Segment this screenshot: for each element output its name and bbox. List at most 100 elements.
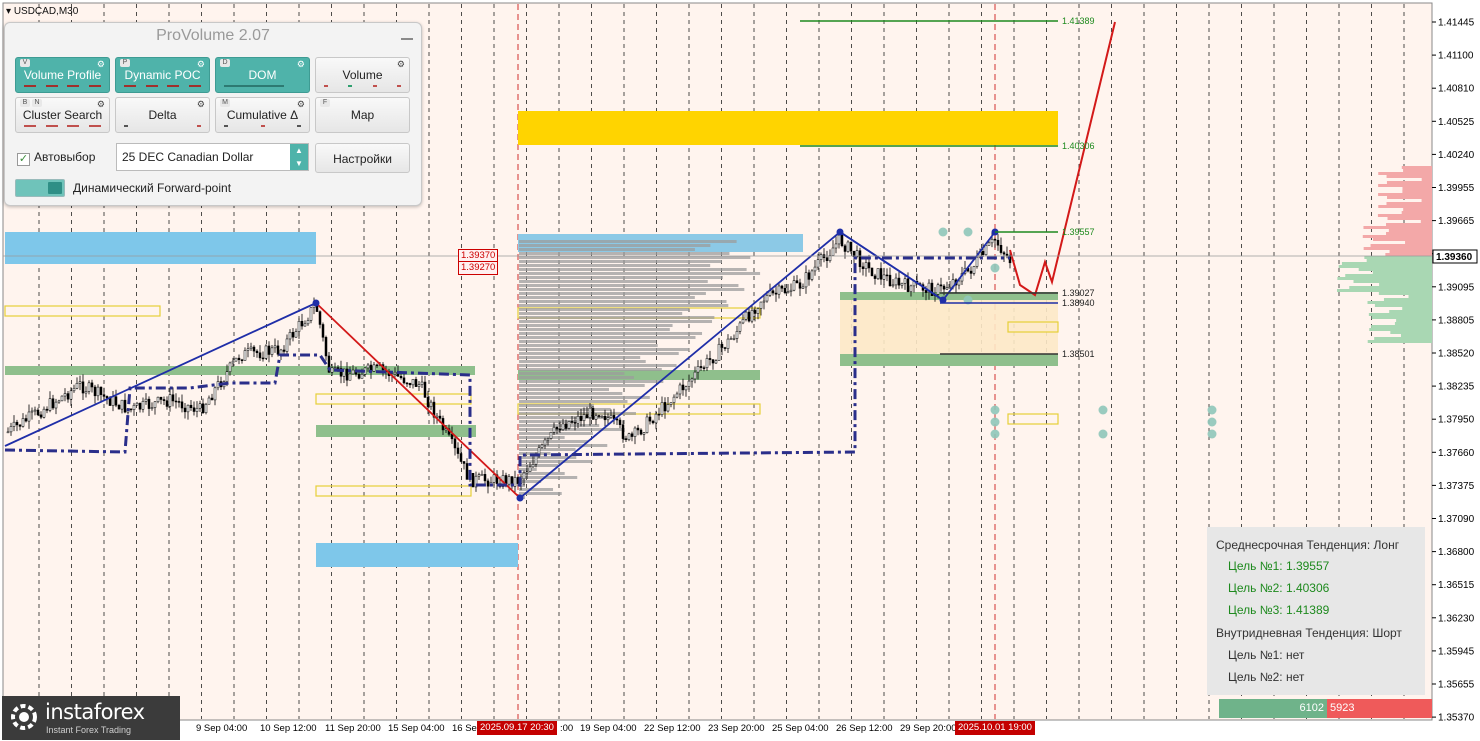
buy-volume-counter: 6102 bbox=[1219, 699, 1327, 718]
cluster-marker bbox=[963, 227, 973, 237]
profile-bar bbox=[519, 436, 565, 439]
candle-body bbox=[846, 241, 850, 252]
price-tick-label: 1.41100 bbox=[1438, 51, 1474, 62]
candle-body bbox=[186, 404, 190, 413]
candle-body bbox=[678, 384, 682, 395]
candle-body bbox=[507, 476, 511, 485]
candle-body bbox=[492, 474, 496, 483]
candle-body bbox=[459, 453, 463, 462]
candle-body bbox=[42, 408, 46, 418]
profile-bar-buy bbox=[1368, 313, 1432, 316]
candle-body bbox=[948, 286, 952, 289]
candle-body bbox=[924, 290, 928, 293]
level-label-l2: 1.38940 bbox=[1062, 298, 1095, 308]
cluster-search-button[interactable]: B N ⚙ Cluster Search bbox=[15, 97, 110, 133]
time-tick-label: 26 Sep 12:00 bbox=[836, 723, 893, 734]
profile-bar bbox=[519, 404, 594, 407]
candle-body bbox=[546, 438, 550, 441]
forward-point-toggle[interactable] bbox=[15, 179, 65, 197]
candle-body bbox=[786, 291, 790, 294]
profile-bar bbox=[519, 412, 636, 415]
candle-body bbox=[795, 280, 799, 283]
profile-bar-buy bbox=[1369, 328, 1432, 331]
forward-point-label: Динамический Forward-point bbox=[73, 181, 232, 195]
mid-target-1: Цель №1: 1.39557 bbox=[1228, 559, 1330, 573]
candle-body bbox=[36, 409, 40, 416]
profile-bar bbox=[519, 248, 695, 251]
candle-body bbox=[792, 280, 796, 291]
candle-body bbox=[591, 407, 595, 420]
candle-body bbox=[165, 400, 169, 407]
candle-body bbox=[399, 375, 403, 379]
profile-bar bbox=[519, 312, 683, 315]
profile-bar bbox=[519, 488, 554, 491]
candle-body bbox=[111, 396, 115, 406]
candle-body bbox=[66, 393, 70, 400]
candle-body bbox=[69, 390, 73, 400]
candle-body bbox=[654, 413, 658, 424]
volume-button[interactable]: ⚙ Volume bbox=[315, 57, 410, 93]
candle-body bbox=[738, 322, 742, 332]
candle-body bbox=[897, 277, 901, 286]
candle-body bbox=[96, 386, 100, 397]
profile-bar-sell bbox=[1378, 193, 1432, 196]
profile-bar bbox=[519, 244, 711, 247]
dom-button[interactable]: D ⚙ DOM bbox=[215, 57, 310, 93]
candle-body bbox=[198, 403, 202, 409]
cumulative-delta-button[interactable]: M ⚙ Cumulative Δ bbox=[215, 97, 310, 133]
price-tick-label: 1.40810 bbox=[1438, 84, 1475, 95]
candle-body bbox=[780, 285, 784, 289]
support-band bbox=[840, 354, 1058, 366]
price-tick-label: 1.37950 bbox=[1438, 415, 1475, 426]
profile-bar-sell bbox=[1402, 190, 1432, 193]
cluster-marker bbox=[938, 227, 948, 237]
box-price-label-2: 1.39270 bbox=[458, 261, 499, 275]
candle-body bbox=[753, 310, 757, 314]
autoselect-checkbox[interactable]: ✓ Автовыбор bbox=[17, 150, 95, 166]
candle-body bbox=[528, 466, 532, 472]
candle-body bbox=[765, 295, 769, 302]
candle-body bbox=[6, 431, 10, 434]
spin-arrows-icon[interactable]: ▲ ▼ bbox=[290, 144, 308, 170]
profile-bar bbox=[519, 340, 657, 343]
profile-bar-sell bbox=[1386, 181, 1432, 184]
profile-bar bbox=[519, 272, 761, 275]
candle-body bbox=[903, 278, 907, 284]
candle-body bbox=[723, 347, 727, 349]
intra-target-2: Цель №2: нет bbox=[1228, 670, 1305, 684]
profile-bar bbox=[519, 388, 609, 391]
candle-body bbox=[249, 346, 253, 350]
candle-body bbox=[570, 421, 574, 423]
profile-bar bbox=[519, 396, 650, 399]
minimize-icon[interactable] bbox=[401, 38, 413, 40]
candle-body bbox=[132, 404, 136, 410]
dynamic-poc-button[interactable]: P ⚙ Dynamic POC bbox=[115, 57, 210, 93]
instrument-select[interactable]: 25 DEC Canadian Dollar ▲ ▼ bbox=[116, 143, 309, 171]
candle-body bbox=[420, 381, 424, 385]
candle-body bbox=[816, 259, 820, 268]
profile-bar-buy bbox=[1374, 337, 1432, 340]
candle-body bbox=[48, 398, 52, 411]
map-button[interactable]: F Map bbox=[315, 97, 410, 133]
profile-bar bbox=[519, 264, 711, 267]
candle-body bbox=[885, 274, 889, 277]
delta-button[interactable]: ⚙ Delta bbox=[115, 97, 210, 133]
candle-body bbox=[600, 415, 604, 418]
settings-button[interactable]: Настройки bbox=[315, 143, 410, 173]
liquidity-zone bbox=[316, 543, 518, 567]
candle-body bbox=[891, 284, 895, 287]
candle-body bbox=[711, 359, 715, 364]
candle-body bbox=[756, 308, 760, 314]
candle-body bbox=[657, 413, 661, 416]
profile-bar-buy bbox=[1358, 268, 1432, 271]
candle-body bbox=[174, 400, 178, 403]
candle-body bbox=[93, 386, 97, 397]
candle-body bbox=[201, 403, 205, 413]
profile-bar-buy bbox=[1400, 334, 1432, 337]
candle-body bbox=[531, 464, 535, 468]
candle-body bbox=[162, 399, 166, 401]
volume-profile-button[interactable]: V ⚙ Volume Profile bbox=[15, 57, 110, 93]
time-tick-label: 9 Sep 04:00 bbox=[196, 723, 247, 734]
candle-body bbox=[375, 364, 379, 367]
time-tick-label: 23 Sep 20:00 bbox=[708, 723, 765, 734]
